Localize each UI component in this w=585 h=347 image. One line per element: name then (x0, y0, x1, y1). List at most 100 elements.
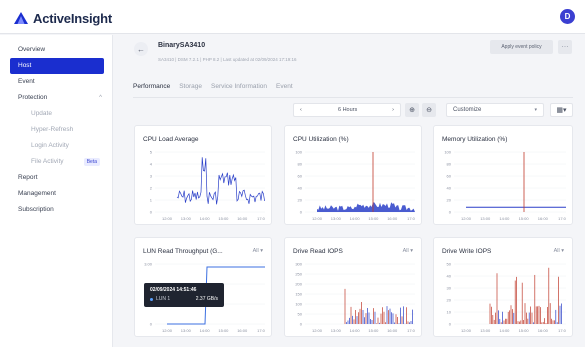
x-tick-label: 14:00 (499, 216, 510, 221)
sidebar-item-label: Overview (18, 46, 46, 53)
sidebar-item-host[interactable]: Host (10, 58, 104, 74)
x-tick-label: 16:00 (387, 216, 398, 221)
beta-badge: Beta (83, 158, 100, 166)
tab-storage[interactable]: Storage (179, 78, 202, 98)
x-tick-label: 13:00 (331, 328, 342, 333)
back-arrow-icon[interactable]: ← (134, 42, 148, 56)
x-tick-label: 14:00 (200, 216, 211, 221)
x-tick-label: 17:0 (558, 216, 567, 221)
grid-icon[interactable]: ▦▾ (550, 103, 573, 117)
sidebar-item-hyper-refresh[interactable]: Hyper-Refresh (0, 122, 112, 138)
x-tick-label: 16:00 (538, 216, 549, 221)
customize-select[interactable]: Customize ▾ (446, 103, 544, 117)
series-area (317, 202, 415, 212)
x-tick-label: 13:00 (480, 328, 491, 333)
x-tick-label: 15:00 (218, 216, 229, 221)
sidebar-item-event[interactable]: Event (0, 74, 112, 90)
sidebar-item-management[interactable]: Management (0, 186, 112, 202)
chart-svg: 100 80 60 40 20 0 12:00 13:00 14:00 15:00 16:00 17:… (444, 150, 567, 222)
chevron-down-icon: ▾ (534, 107, 537, 113)
more-icon[interactable]: ⋯ (558, 40, 572, 54)
app-logo[interactable]: ActiveInsight (14, 10, 112, 26)
x-tick-label: 12:00 (461, 216, 472, 221)
x-tick-label: 12:00 (162, 328, 173, 333)
zoom-in-icon[interactable]: ⊕ (405, 103, 419, 117)
chart-svg: 100 80 60 40 20 0 12:00 13:00 14:00 15:00 16:00 17:… (295, 150, 416, 222)
chart-card-memory-utilization: Memory Utilization (%) 100 80 60 40 20 0 12:00… (433, 125, 573, 225)
sidebar-item-overview[interactable]: Overview (0, 42, 112, 58)
sidebar-item-label: File Activity (31, 158, 64, 165)
x-tick-label: 16:00 (538, 328, 549, 333)
y-tick-label: 40 (447, 186, 452, 191)
sidebar-item-label: Host (18, 62, 32, 69)
y-tick-label: 40 (447, 274, 452, 279)
sidebar-item-label: Protection (18, 94, 48, 101)
y-tick-label: 0 (150, 210, 153, 215)
sidebar-item-file-activity[interactable]: File Activity Beta (0, 154, 112, 170)
tab-performance[interactable]: Performance (133, 78, 171, 98)
x-tick-label: 17:0 (257, 216, 266, 221)
x-tick-label: 16:00 (237, 328, 248, 333)
y-tick-label: 1 (150, 198, 153, 203)
y-tick-label: 2 (150, 186, 153, 191)
sidebar-item-label: Hyper-Refresh (31, 126, 74, 133)
x-tick-label: 13:00 (181, 216, 192, 221)
sidebar: Overview Host Event Protection ^ Update H… (0, 35, 113, 347)
sidebar-item-login-activity[interactable]: Login Activity (0, 138, 112, 154)
x-tick-label: 17:0 (407, 328, 416, 333)
x-tick-label: 15:00 (368, 328, 379, 333)
tooltip-value: 2.37 GB/s (195, 296, 218, 302)
x-tick-label: 12:00 (312, 216, 323, 221)
customize-label: Customize (453, 107, 482, 113)
user-avatar[interactable]: D (560, 9, 575, 24)
x-tick-label: 14:00 (499, 328, 510, 333)
x-tick-label: 17:0 (407, 216, 416, 221)
host-title: BinarySA3410 (158, 42, 206, 49)
logo-icon (14, 12, 28, 24)
sidebar-item-label: Report (18, 174, 38, 181)
y-tick-label: 20 (447, 298, 452, 303)
y-tick-label: 20 (447, 198, 452, 203)
sidebar-item-protection[interactable]: Protection ^ (0, 90, 112, 106)
host-meta: SA3410 | DSM 7.2.1 | PHP 8.2 | Last upda… (158, 57, 297, 62)
y-tick-label: 0 (150, 322, 153, 327)
x-tick-label: 16:00 (237, 216, 248, 221)
y-tick-label: 50 (447, 262, 452, 267)
tooltip-time: 02/09/2024 14:51:46 (150, 287, 197, 293)
x-tick-label: 13:00 (181, 328, 192, 333)
chart-card-drive-write: Drive Write IOPS All ▾ 50 40 30 20 10 0 12:00 1… (433, 237, 573, 337)
top-bar: ActiveInsight D (0, 0, 585, 34)
y-tick-label: 100 (444, 150, 451, 155)
sidebar-item-report[interactable]: Report (0, 170, 112, 186)
x-tick-label: 15:00 (519, 216, 530, 221)
y-tick-label: 150 (295, 292, 302, 297)
y-tick-label: 50 (298, 312, 303, 317)
tab-service-information[interactable]: Service Information (211, 78, 267, 98)
x-tick-label: 12:00 (162, 216, 173, 221)
y-tick-label: 0 (300, 322, 303, 327)
y-tick-label: 0 (449, 322, 452, 327)
sidebar-item-update[interactable]: Update (0, 106, 112, 122)
next-range-icon[interactable]: › (392, 107, 394, 113)
y-tick-label: 300 (295, 262, 302, 267)
sidebar-item-subscription[interactable]: Subscription (0, 202, 112, 218)
tooltip-series: LUN 1 (156, 296, 171, 302)
x-tick-label: 14:00 (350, 328, 361, 333)
tab-event[interactable]: Event (276, 78, 293, 98)
sidebar-item-label: Subscription (18, 206, 54, 213)
x-tick-label: 17:0 (558, 328, 567, 333)
x-tick-label: 12:00 (461, 328, 472, 333)
y-tick-label: 250 (295, 272, 302, 277)
apply-policy-button[interactable]: Apply event policy (490, 40, 553, 54)
x-tick-label: 17:0 (257, 328, 266, 333)
prev-range-icon[interactable]: ‹ (300, 107, 302, 113)
zoom-out-icon[interactable]: ⊖ (422, 103, 436, 117)
y-tick-label: 30 (447, 286, 452, 291)
y-tick-label: 20 (298, 198, 303, 203)
y-tick-label: 80 (447, 162, 452, 167)
x-tick-label: 12:00 (312, 328, 323, 333)
y-tick-label: 100 (295, 302, 302, 307)
y-tick-label: 0 (300, 210, 303, 215)
time-range-control[interactable]: ‹ 6 Hours › (293, 103, 401, 117)
chart-tooltip: 02/09/2024 14:51:46 LUN 1 2.37 GB/s (144, 283, 224, 307)
